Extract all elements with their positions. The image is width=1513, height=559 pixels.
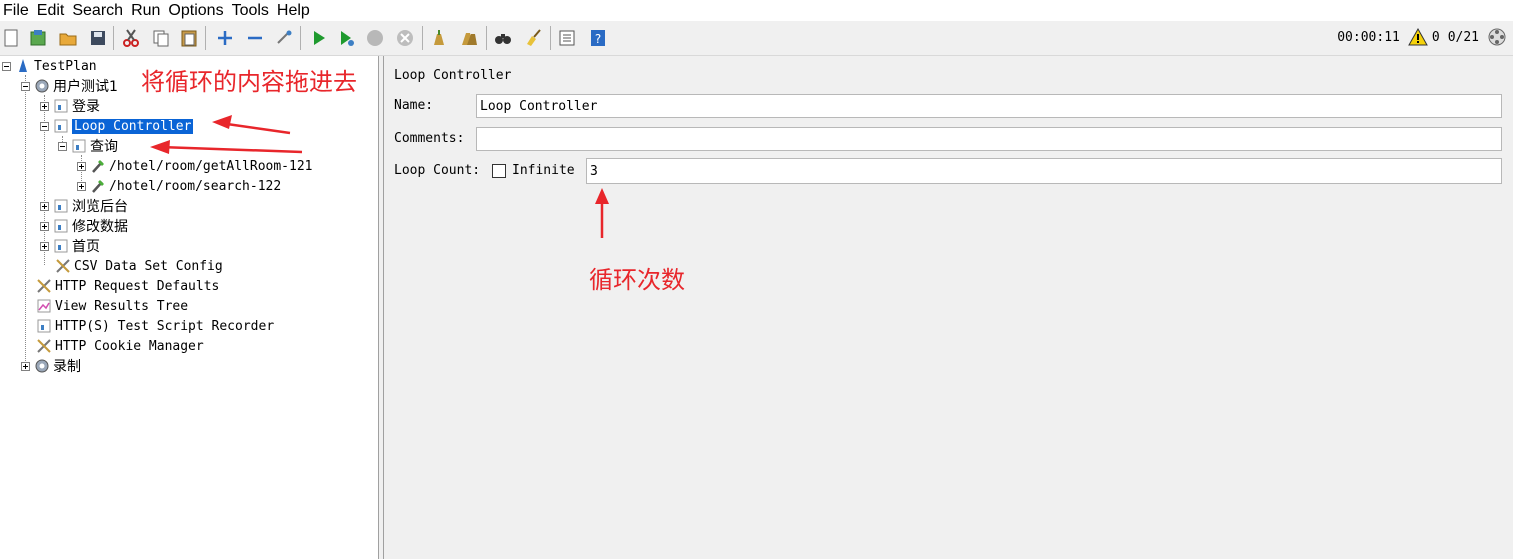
tree-node-sampler-search[interactable]: /hotel/room/search-122	[77, 176, 281, 196]
help-icon[interactable]: ?	[587, 27, 609, 49]
toolbar: ? 00:00:11 0 0/21	[0, 21, 1513, 56]
tree-label: View Results Tree	[55, 298, 189, 314]
tree-label: 浏览后台	[72, 199, 128, 215]
new-icon[interactable]	[0, 27, 22, 49]
save-icon[interactable]	[87, 27, 109, 49]
config-tools-icon	[54, 258, 72, 274]
templates-icon[interactable]	[27, 27, 49, 49]
http-sampler-icon	[89, 178, 107, 194]
tree-label: /hotel/room/search-122	[109, 178, 282, 194]
expand-toggle[interactable]	[77, 181, 86, 191]
transaction-controller-icon	[52, 218, 70, 234]
clear-icon[interactable]	[428, 27, 450, 49]
tree-label: 首页	[72, 239, 100, 255]
expand-toggle[interactable]	[40, 201, 49, 211]
name-field[interactable]: Loop Controller	[476, 94, 1502, 118]
reset-search-icon[interactable]	[522, 27, 544, 49]
menu-options[interactable]: Options	[167, 2, 224, 20]
gear-icon	[33, 358, 51, 374]
config-tools-icon	[35, 338, 53, 354]
panel-title: Loop Controller	[394, 68, 512, 83]
name-value: Loop Controller	[480, 98, 598, 114]
name-label: Name:	[394, 98, 434, 113]
loop-count-value: 3	[590, 163, 598, 179]
tree-label: CSV Data Set Config	[74, 258, 223, 274]
expand-toggle[interactable]	[40, 221, 49, 231]
loop-count-label: Loop Count:	[394, 163, 481, 178]
expand-toggle[interactable]	[40, 241, 49, 251]
tree-node-http-defaults[interactable]: HTTP Request Defaults	[35, 276, 219, 296]
loop-count-field[interactable]: 3	[586, 158, 1502, 184]
search-icon[interactable]	[492, 27, 514, 49]
toggle-icon[interactable]	[273, 27, 295, 49]
infinite-checkbox[interactable]	[492, 164, 506, 178]
listener-chart-icon	[35, 298, 53, 314]
tree-node-csv-config[interactable]: CSV Data Set Config	[54, 256, 223, 276]
menu-search[interactable]: Search	[71, 2, 124, 20]
loop-hint-arrow	[595, 188, 609, 238]
tree-node-cookie-manager[interactable]: HTTP Cookie Manager	[35, 336, 204, 356]
clear-all-icon[interactable]	[458, 27, 480, 49]
tree-label: HTTP Request Defaults	[55, 278, 220, 294]
menu-file[interactable]: File	[2, 2, 30, 20]
warning-icon[interactable]	[1408, 28, 1428, 46]
tree-node-record[interactable]: 录制	[21, 356, 81, 376]
start-icon[interactable]	[308, 27, 330, 49]
menu-tools[interactable]: Tools	[231, 2, 270, 20]
infinite-label: Infinite	[512, 163, 575, 178]
tree-label: HTTP(S) Test Script Recorder	[55, 318, 275, 334]
menu-run[interactable]: Run	[130, 2, 161, 20]
comments-label: Comments:	[394, 131, 465, 146]
menu-bar: File Edit Search Run Options Tools Help	[0, 0, 1513, 21]
start-no-pauses-icon[interactable]	[336, 27, 358, 49]
loop-controller-panel: Loop Controller Name: Loop Controller Co…	[384, 56, 1513, 559]
svg-text:?: ?	[595, 32, 601, 46]
collapse-all-icon[interactable]	[244, 27, 266, 49]
elapsed-time: 00:00:11	[1337, 29, 1400, 45]
loop-count-annotation: 循环次数	[589, 266, 685, 294]
transaction-controller-icon	[52, 238, 70, 254]
tree-node-recorder[interactable]: HTTP(S) Test Script Recorder	[35, 316, 274, 336]
tree-node-modify-data[interactable]: 修改数据	[40, 216, 128, 236]
thread-count: 0/21	[1447, 29, 1479, 45]
copy-icon[interactable]	[150, 27, 172, 49]
expand-all-icon[interactable]	[214, 27, 236, 49]
comments-field[interactable]	[476, 127, 1502, 151]
shutdown-icon[interactable]	[394, 27, 416, 49]
expand-toggle[interactable]	[21, 361, 30, 371]
running-indicator-icon	[1487, 27, 1507, 47]
config-tools-icon	[35, 278, 53, 294]
paste-icon[interactable]	[178, 27, 200, 49]
tree-label: 修改数据	[72, 219, 128, 235]
warning-count: 0	[1431, 29, 1440, 45]
tree-label: 录制	[53, 359, 81, 375]
stop-icon[interactable]	[364, 27, 386, 49]
recorder-icon	[35, 318, 53, 334]
tree-label: HTTP Cookie Manager	[55, 338, 204, 354]
menu-edit[interactable]: Edit	[36, 2, 66, 20]
function-helper-icon[interactable]	[556, 27, 578, 49]
tree-node-home[interactable]: 首页	[40, 236, 100, 256]
menu-help[interactable]: Help	[276, 2, 311, 20]
cut-icon[interactable]	[120, 27, 142, 49]
tree-node-results-tree[interactable]: View Results Tree	[35, 296, 188, 316]
annotation-arrows	[150, 115, 303, 154]
status-area: 00:00:11 0 0/21	[1337, 27, 1507, 47]
open-icon[interactable]	[57, 27, 79, 49]
tree-node-browse-backend[interactable]: 浏览后台	[40, 196, 128, 216]
transaction-controller-icon	[52, 198, 70, 214]
